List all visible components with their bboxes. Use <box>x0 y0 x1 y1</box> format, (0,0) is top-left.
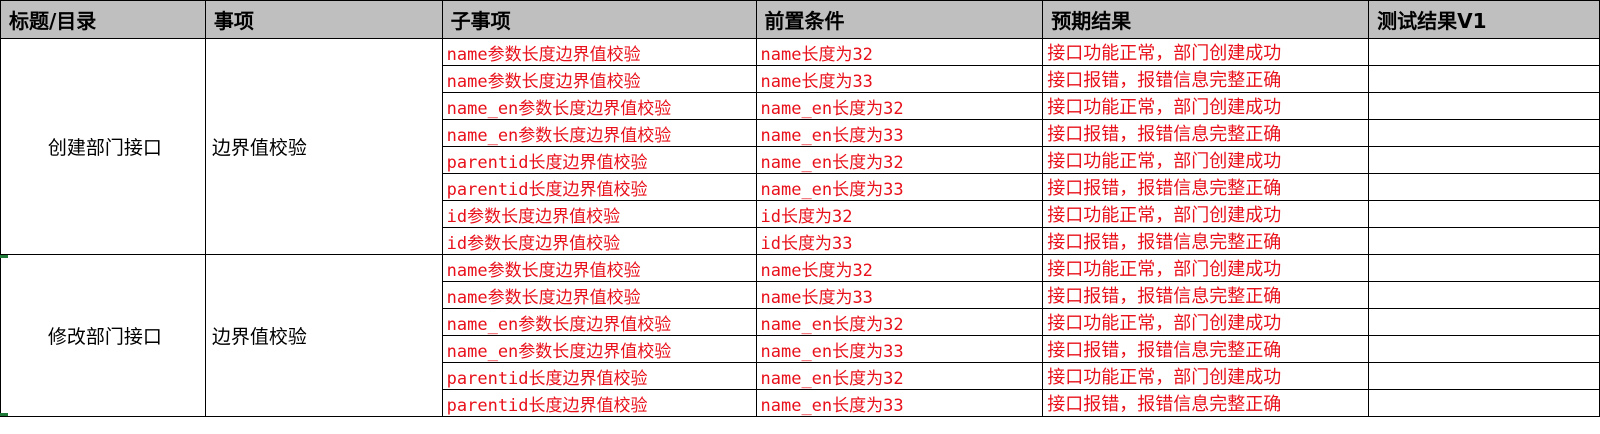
test-result-cell[interactable] <box>1368 281 1600 309</box>
expected-result-cell[interactable]: 接口报错，报错信息完整正确 <box>1042 119 1370 147</box>
precondition-cell[interactable]: name_en长度为32 <box>755 308 1044 336</box>
precondition-cell[interactable]: name_en长度为33 <box>755 335 1044 363</box>
header-row: 标题/目录 事项 子事项 前置条件 预期结果 测试结果V1 <box>0 0 1600 39</box>
expected-result-cell[interactable]: 接口功能正常，部门创建成功 <box>1042 38 1370 66</box>
subitem-cell[interactable]: name_en参数长度边界值校验 <box>441 335 757 363</box>
header-cell-result-v1[interactable]: 测试结果V1 <box>1368 0 1600 39</box>
expected-result-cell[interactable]: 接口报错，报错信息完整正确 <box>1042 389 1370 417</box>
test-result-cell[interactable] <box>1368 173 1600 201</box>
subitem-cell[interactable]: id参数长度边界值校验 <box>441 200 757 228</box>
header-cell-precondition[interactable]: 前置条件 <box>755 0 1044 39</box>
header-cell-item[interactable]: 事项 <box>204 0 443 39</box>
expected-result-cell[interactable]: 接口功能正常，部门创建成功 <box>1042 146 1370 174</box>
table-row: 修改部门接口 边界值校验 name参数长度边界值校验 name长度为32 接口功能正常，… <box>0 254 1600 417</box>
subitem-cell[interactable]: name_en参数长度边界值校验 <box>441 308 757 336</box>
precondition-cell[interactable]: name长度为33 <box>755 281 1044 309</box>
subitem-cell[interactable]: name参数长度边界值校验 <box>441 65 757 93</box>
expected-result-cell[interactable]: 接口功能正常，部门创建成功 <box>1042 308 1370 336</box>
expected-result-cell[interactable]: 接口报错，报错信息完整正确 <box>1042 65 1370 93</box>
expected-result-cell[interactable]: 接口报错，报错信息完整正确 <box>1042 335 1370 363</box>
test-case-sheet: 标题/目录 事项 子事项 前置条件 预期结果 测试结果V1 创建部门接口 边界值校… <box>0 0 1600 417</box>
precondition-cell[interactable]: name_en长度为32 <box>755 362 1044 390</box>
precondition-cell[interactable]: name长度为32 <box>755 254 1044 282</box>
header-cell-subitem[interactable]: 子事项 <box>441 0 757 39</box>
expected-result-cell[interactable]: 接口功能正常，部门创建成功 <box>1042 254 1370 282</box>
precondition-cell[interactable]: name_en长度为32 <box>755 146 1044 174</box>
test-result-cell[interactable] <box>1368 119 1600 147</box>
precondition-cell[interactable]: name_en长度为33 <box>755 389 1044 417</box>
subitem-cell[interactable]: parentid长度边界值校验 <box>441 389 757 417</box>
test-result-cell[interactable] <box>1368 146 1600 174</box>
subitem-cell[interactable]: name参数长度边界值校验 <box>441 281 757 309</box>
title-cell[interactable]: 修改部门接口 <box>0 254 206 417</box>
expected-result-cell[interactable]: 接口功能正常，部门创建成功 <box>1042 200 1370 228</box>
test-result-cell[interactable] <box>1368 308 1600 336</box>
subitem-cell[interactable]: parentid长度边界值校验 <box>441 362 757 390</box>
test-result-cell[interactable] <box>1368 65 1600 93</box>
item-cell[interactable]: 边界值校验 <box>204 254 443 417</box>
subitem-cell[interactable]: parentid长度边界值校验 <box>441 146 757 174</box>
precondition-cell[interactable]: name_en长度为33 <box>755 119 1044 147</box>
expected-result-cell[interactable]: 接口报错，报错信息完整正确 <box>1042 173 1370 201</box>
subitem-cell[interactable]: name_en参数长度边界值校验 <box>441 119 757 147</box>
expected-result-cell[interactable]: 接口功能正常，部门创建成功 <box>1042 92 1370 120</box>
test-result-cell[interactable] <box>1368 335 1600 363</box>
test-result-cell[interactable] <box>1368 254 1600 282</box>
header-cell-expected[interactable]: 预期结果 <box>1042 0 1370 39</box>
expected-result-cell[interactable]: 接口报错，报错信息完整正确 <box>1042 227 1370 255</box>
subitem-cell[interactable]: name_en参数长度边界值校验 <box>441 92 757 120</box>
header-cell-title[interactable]: 标题/目录 <box>0 0 206 39</box>
precondition-cell[interactable]: name长度为33 <box>755 65 1044 93</box>
test-result-cell[interactable] <box>1368 92 1600 120</box>
precondition-cell[interactable]: id长度为32 <box>755 200 1044 228</box>
subitem-cell[interactable]: name参数长度边界值校验 <box>441 38 757 66</box>
test-result-cell[interactable] <box>1368 389 1600 417</box>
subitem-cell[interactable]: id参数长度边界值校验 <box>441 227 757 255</box>
precondition-cell[interactable]: name_en长度为32 <box>755 92 1044 120</box>
title-cell[interactable]: 创建部门接口 <box>0 38 206 255</box>
precondition-cell[interactable]: name_en长度为33 <box>755 173 1044 201</box>
test-result-cell[interactable] <box>1368 38 1600 66</box>
row-selection-marker <box>0 255 8 258</box>
expected-result-cell[interactable]: 接口功能正常，部门创建成功 <box>1042 362 1370 390</box>
test-result-cell[interactable] <box>1368 200 1600 228</box>
test-result-cell[interactable] <box>1368 227 1600 255</box>
item-cell[interactable]: 边界值校验 <box>204 38 443 255</box>
expected-result-cell[interactable]: 接口报错，报错信息完整正确 <box>1042 281 1370 309</box>
row-selection-marker <box>0 413 8 416</box>
test-result-cell[interactable] <box>1368 362 1600 390</box>
subitem-cell[interactable]: parentid长度边界值校验 <box>441 173 757 201</box>
table-row: 创建部门接口 边界值校验 name参数长度边界值校验 name长度为32 接口功能正常，… <box>0 38 1600 255</box>
precondition-cell[interactable]: id长度为33 <box>755 227 1044 255</box>
subitem-cell[interactable]: name参数长度边界值校验 <box>441 254 757 282</box>
precondition-cell[interactable]: name长度为32 <box>755 38 1044 66</box>
